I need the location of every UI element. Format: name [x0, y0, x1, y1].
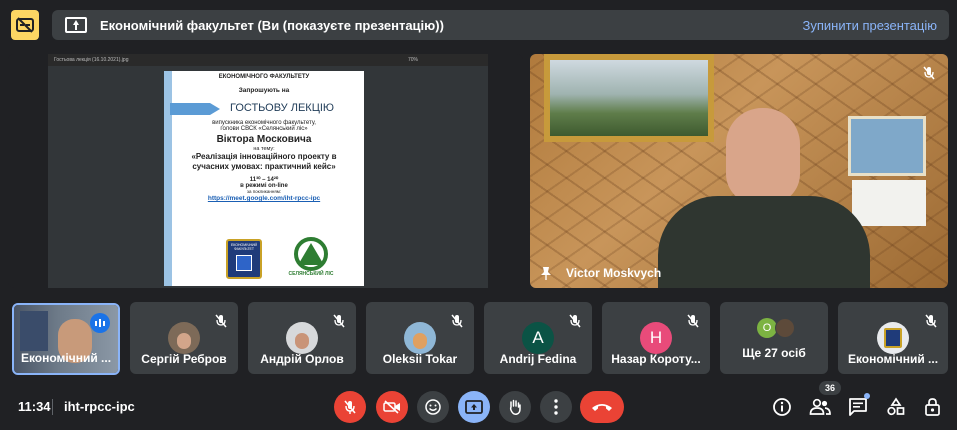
slide-line2: Запрошують на — [238, 87, 290, 94]
presenting-title: Економічний факультет (Ви (показуєте пре… — [100, 17, 444, 33]
muted-mic-icon — [922, 66, 936, 80]
participant-name: Економічний ... — [847, 352, 939, 366]
faculty-emblem-logo: ЕКОНОМІЧНИЙ ФАКУЛЬТЕТ — [226, 239, 262, 279]
raise-hand-button[interactable] — [499, 391, 531, 423]
presenting-banner: Економічний факультет (Ви (показуєте пре… — [52, 10, 949, 40]
camera-off-icon — [383, 400, 400, 414]
activities-shapes-icon — [887, 397, 905, 416]
main-participant-tile[interactable]: Victor Moskvych — [530, 54, 948, 288]
muted-mic-icon — [214, 314, 228, 328]
participant-name: Назар Короту... — [611, 352, 701, 366]
participant-tile-self[interactable]: Економічний ... — [12, 303, 120, 375]
forest-logo-text: СЕЛЯНСЬКИЙ ЛІС — [288, 271, 334, 277]
participant-name: Сергій Ребров — [141, 352, 227, 366]
captions-off-icon — [16, 17, 34, 33]
info-icon — [773, 398, 791, 416]
participant-tile[interactable]: Сергій Ребров — [130, 302, 238, 374]
participant-name: Економічний ... — [20, 351, 112, 365]
viewer-zoom: 70% — [407, 57, 418, 63]
present-now-button[interactable] — [458, 391, 490, 423]
camera-toggle-button[interactable] — [376, 391, 408, 423]
hang-up-icon — [592, 404, 612, 411]
meeting-details-button[interactable] — [770, 395, 794, 419]
host-controls-button[interactable] — [921, 395, 945, 419]
presentation-tile: Гостьова лекція (16.10.2021).jpg 70% ЕКО… — [8, 54, 523, 288]
wall-painting — [544, 54, 714, 142]
leave-call-button[interactable] — [580, 391, 624, 423]
speaker-head — [726, 108, 800, 204]
viewer-toolbar: Гостьова лекція (16.10.2021).jpg 70% — [48, 54, 488, 66]
participant-tile[interactable]: Oleksii Tokar — [366, 302, 474, 374]
mic-toggle-button[interactable] — [334, 391, 366, 423]
reactions-button[interactable] — [417, 391, 449, 423]
muted-mic-icon — [924, 314, 938, 328]
more-participants-label: Ще 27 осіб — [742, 346, 806, 360]
wall-calendar-picture — [848, 116, 926, 176]
people-icon — [809, 398, 831, 415]
speaker-body — [658, 196, 870, 288]
activities-button[interactable] — [884, 395, 908, 419]
present-screen-icon — [65, 17, 87, 33]
slide: ЕКОНОМІЧНОГО ФАКУЛЬТЕТУ Запрошують на ГО… — [164, 71, 364, 286]
participant-avatar — [404, 322, 436, 354]
participant-name: Андрій Орлов — [260, 352, 344, 366]
participant-tile[interactable]: Економічний ... — [838, 302, 948, 374]
participant-name: Oleksii Tokar — [382, 352, 458, 366]
unread-dot-icon — [864, 393, 870, 399]
people-button[interactable] — [808, 395, 832, 419]
captions-off-button[interactable] — [11, 10, 39, 40]
chat-button[interactable] — [846, 393, 870, 419]
more-vert-icon — [554, 399, 558, 415]
participant-tile[interactable]: A Andrij Fedina — [484, 302, 592, 374]
stop-presenting-button[interactable]: Зупинити презентацію — [803, 18, 937, 33]
muted-mic-icon — [450, 314, 464, 328]
more-participants-tile[interactable]: O Ще 27 осіб — [720, 302, 828, 374]
heading-arrow-icon — [170, 103, 220, 115]
mic-off-icon — [344, 400, 356, 414]
hand-icon — [509, 399, 521, 415]
divider — [52, 399, 53, 415]
participant-count-badge: 36 — [819, 381, 841, 395]
slide-speaker: Віктора Московича — [216, 134, 312, 145]
participant-tile[interactable]: Андрій Орлов — [248, 302, 356, 374]
muted-mic-icon — [332, 314, 346, 328]
speaking-indicator-icon — [90, 313, 110, 333]
participant-avatar — [877, 322, 909, 354]
main-participant-name: Victor Moskvych — [566, 266, 662, 280]
participant-avatar — [168, 322, 200, 354]
image-viewer: Гостьова лекція (16.10.2021).jpg 70% ЕКО… — [48, 54, 488, 288]
forest-logo: СЕЛЯНСЬКИЙ ЛІС — [282, 237, 340, 281]
bookshelf — [20, 311, 48, 351]
meeting-time: 11:34 — [18, 399, 51, 414]
slide-topic: «Реалізація інноваційного проекту в суча… — [191, 152, 337, 171]
slide-time: 11³⁰ – 14²⁰ — [249, 177, 279, 183]
more-options-button[interactable] — [540, 391, 572, 423]
meeting-code: iht-rpcc-ipc — [64, 399, 135, 414]
slide-heading-row: ГОСТЬОВУ ЛЕКЦІЮ — [164, 102, 364, 116]
slide-line1: ЕКОНОМІЧНОГО ФАКУЛЬТЕТУ — [218, 74, 310, 80]
lock-person-icon — [925, 398, 940, 416]
muted-mic-icon — [686, 314, 700, 328]
slide-line4: голови СВСК «Селянський ліс» — [220, 126, 308, 132]
wall-calendar-grid — [852, 180, 926, 226]
participant-letter-avatar: Н — [640, 322, 672, 354]
pin-icon[interactable] — [540, 266, 552, 280]
chat-icon — [849, 398, 867, 416]
participant-letter-avatar: O — [757, 318, 777, 338]
emoji-icon — [425, 399, 441, 415]
main-participant-label: Victor Moskvych — [540, 266, 661, 280]
participant-avatar — [286, 322, 318, 354]
viewer-filename: Гостьова лекція (16.10.2021).jpg — [54, 57, 129, 63]
present-screen-icon — [465, 400, 483, 414]
slide-link-label: за покликанням: — [246, 189, 282, 194]
forest-emblem-icon — [294, 237, 328, 271]
slide-link: https://meet.google.com/iht-rpcc-ipc — [207, 195, 321, 202]
participant-name: Andrij Fedina — [499, 352, 577, 366]
participant-tile[interactable]: Н Назар Короту... — [602, 302, 710, 374]
muted-mic-icon — [568, 314, 582, 328]
participant-letter-avatar: A — [522, 322, 554, 354]
participant-avatar — [775, 318, 795, 338]
